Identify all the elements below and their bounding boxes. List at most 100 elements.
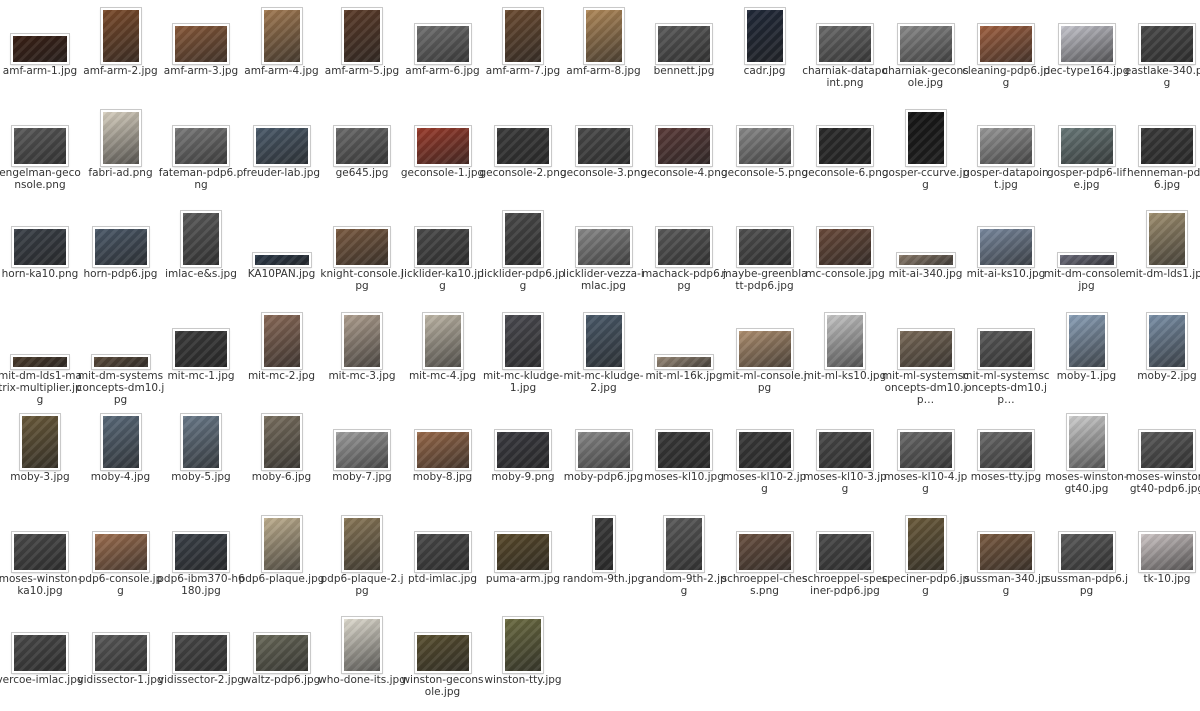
file-item[interactable]: moses-winston-ka10.jpg <box>0 510 81 610</box>
file-item[interactable]: puma-arm.jpg <box>483 510 563 610</box>
file-item[interactable]: machack-pdp6.jpg <box>642 205 726 305</box>
file-item[interactable]: freuder-lab.jpg <box>242 104 322 204</box>
file-item[interactable]: moses-tty.jpg <box>966 408 1046 508</box>
file-item[interactable]: charniak-datapoint.png <box>802 2 888 102</box>
file-item[interactable]: cleaning-pdp6.jpg <box>962 2 1050 102</box>
file-item[interactable]: bennett.jpg <box>644 2 724 102</box>
file-item[interactable]: gosper-pdp6-life.jpg <box>1047 104 1127 204</box>
file-item[interactable]: amf-arm-7.jpg <box>483 2 563 102</box>
image-thumbnail <box>1057 124 1116 167</box>
file-item[interactable]: eastlake-340.png <box>1125 2 1200 102</box>
file-item[interactable]: random-9th.jpg <box>563 510 644 610</box>
file-item[interactable]: moses-kl10.jpg <box>644 408 724 508</box>
file-item[interactable]: fateman-pdp6.png <box>159 104 243 204</box>
file-item[interactable]: mc-console.jpg <box>805 205 885 305</box>
file-item[interactable]: horn-ka10.png <box>0 205 80 305</box>
file-item[interactable]: geconsole-4.png <box>640 104 728 204</box>
file-item[interactable]: mit-dm-console.jpg <box>1044 205 1129 305</box>
file-item[interactable]: vercoe-imlac.jpg <box>0 611 84 711</box>
file-item[interactable]: winston-tty.jpg <box>483 611 563 711</box>
file-item[interactable]: geconsole-1.jpg <box>401 104 484 204</box>
file-item[interactable]: vidissector-2.jpg <box>158 611 244 711</box>
file-item[interactable]: mit-ml-systemsconcepts-dm10.jp… <box>882 307 969 407</box>
thumbnail-frame <box>1047 307 1127 370</box>
file-item[interactable]: charniak-geconsole.jpg <box>882 2 969 102</box>
file-item[interactable]: moby-8.jpg <box>403 408 483 508</box>
file-item[interactable]: fabri-ad.png <box>81 104 161 204</box>
file-item[interactable]: licklider-pdp6.jpg <box>481 205 565 305</box>
file-item[interactable]: speciner-pdp6.jpg <box>882 510 969 610</box>
file-item[interactable]: amf-arm-5.jpg <box>322 2 402 102</box>
file-item[interactable]: geconsole-2.png <box>479 104 567 204</box>
file-item[interactable]: tk-10.jpg <box>1127 510 1200 610</box>
file-item[interactable]: mit-mc-4.jpg <box>403 307 483 407</box>
file-item[interactable]: mit-mc-kludge-2.jpg <box>563 307 644 407</box>
file-item[interactable]: moses-kl10-4.jpg <box>884 408 967 508</box>
file-item[interactable]: pdp6-console.jpg <box>79 510 162 610</box>
file-item[interactable]: gosper-ccurve.jpg <box>882 104 969 204</box>
file-item[interactable]: imlac-e&s.jpg <box>161 205 241 305</box>
file-item[interactable]: moby-4.jpg <box>81 408 161 508</box>
file-item[interactable]: gosper-datapoint.jpg <box>963 104 1049 204</box>
file-item[interactable]: amf-arm-2.jpg <box>81 2 161 102</box>
file-item[interactable]: ptd-imlac.jpg <box>403 510 483 610</box>
file-item[interactable]: mit-dm-lds1.jpg <box>1125 205 1200 305</box>
file-item[interactable]: amf-arm-8.jpg <box>564 2 644 102</box>
file-item[interactable]: moby-5.jpg <box>161 408 241 508</box>
file-item[interactable]: random-9th-2.jpg <box>641 510 727 610</box>
file-item[interactable]: mit-dm-lds1-matrix-multiplier.jpg <box>0 307 82 407</box>
file-item[interactable]: moby-9.png <box>483 408 563 508</box>
file-item[interactable]: mit-ml-ks10.jpg <box>804 307 886 407</box>
file-item[interactable]: mit-dm-systemsconcepts-dm10.jpg <box>77 307 164 407</box>
file-item[interactable]: amf-arm-4.jpg <box>242 2 322 102</box>
file-item[interactable]: mit-mc-kludge-1.jpg <box>483 307 563 407</box>
file-item[interactable]: mit-ai-340.jpg <box>886 205 966 305</box>
file-item[interactable]: maybe-greenblatt-pdp6.jpg <box>721 205 808 305</box>
file-item[interactable]: pdp6-plaque-2.jpg <box>321 510 404 610</box>
file-item[interactable]: moses-kl10-3.jpg <box>803 408 887 508</box>
file-item[interactable]: henneman-pdp6.jpg <box>1127 104 1200 204</box>
file-item[interactable]: KA10PAN.jpg <box>242 205 322 305</box>
file-item[interactable]: schroeppel-speciner-pdp6.jpg <box>802 510 888 610</box>
file-item[interactable]: licklider-ka10.jpg <box>401 205 484 305</box>
file-item[interactable]: pdp6-plaque.jpg <box>239 510 324 610</box>
file-item[interactable]: moby-1.jpg <box>1047 307 1127 407</box>
file-item[interactable]: cadr.jpg <box>725 2 805 102</box>
file-item[interactable]: amf-arm-3.jpg <box>161 2 241 102</box>
file-item[interactable]: amf-arm-1.jpg <box>0 2 80 102</box>
file-item[interactable]: mit-ml-16k.jpg <box>644 307 724 407</box>
file-item[interactable]: amf-arm-6.jpg <box>403 2 483 102</box>
file-item[interactable]: schroeppel-chess.png <box>722 510 807 610</box>
file-item[interactable]: engelman-geconsole.png <box>0 104 81 204</box>
file-item[interactable]: mit-mc-2.jpg <box>242 307 322 407</box>
file-item[interactable]: geconsole-6.png <box>801 104 889 204</box>
file-item[interactable]: knight-console.jpg <box>320 205 404 305</box>
file-item[interactable]: moses-winston-gt40-pdp6.jpg <box>1126 408 1200 508</box>
file-item[interactable]: mit-mc-1.jpg <box>161 307 241 407</box>
file-item[interactable]: dec-type164.jpg <box>1044 2 1129 102</box>
file-item[interactable]: waltz-pdp6.jpg <box>242 611 322 711</box>
file-item[interactable]: who-done-its.jpg <box>318 611 406 711</box>
file-item[interactable]: moses-kl10-2.jpg <box>723 408 806 508</box>
file-item[interactable]: sussman-pdp6.jpg <box>1045 510 1128 610</box>
file-item[interactable]: sussman-340.jpg <box>964 510 1048 610</box>
file-item[interactable]: vidissector-1.jpg <box>77 611 164 711</box>
file-item[interactable]: mit-ai-ks10.jpg <box>966 205 1046 305</box>
file-item[interactable]: moby-7.jpg <box>322 408 402 508</box>
file-item[interactable]: pdp6-ibm370-h6180.jpg <box>157 510 245 610</box>
file-item[interactable]: moby-pdp6.jpg <box>564 408 644 508</box>
file-item[interactable]: ge645.jpg <box>322 104 402 204</box>
file-item[interactable]: moby-6.jpg <box>242 408 322 508</box>
file-item[interactable]: mit-mc-3.jpg <box>322 307 402 407</box>
file-item[interactable]: geconsole-5.png <box>721 104 808 204</box>
file-item[interactable]: mit-ml-systemsconcepts-dm10.jp… <box>962 307 1050 407</box>
file-item[interactable]: moby-3.jpg <box>0 408 80 508</box>
file-item[interactable]: moses-winston-gt40.jpg <box>1045 408 1128 508</box>
file-item[interactable]: horn-pdp6.jpg <box>81 205 161 305</box>
file-item[interactable]: licklider-vezza-imlac.jpg <box>563 205 644 305</box>
file-item[interactable]: winston-geconsole.jpg <box>401 611 484 711</box>
file-item[interactable]: geconsole-3.png <box>560 104 647 204</box>
file-item[interactable]: mit-ml-console.jpg <box>722 307 807 407</box>
file-item[interactable]: moby-2.jpg <box>1127 307 1200 407</box>
file-name-label: licklider-vezza-imlac.jpg <box>563 268 644 292</box>
